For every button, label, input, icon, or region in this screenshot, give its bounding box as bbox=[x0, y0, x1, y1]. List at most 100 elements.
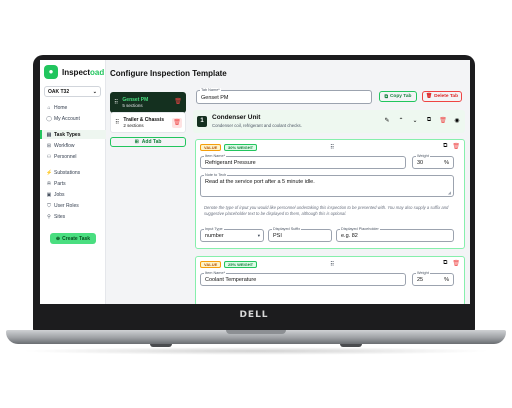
resize-handle-icon[interactable]: ◢ bbox=[448, 190, 451, 195]
logo-mark-icon: ● bbox=[44, 65, 58, 79]
sidebar-item-user-roles[interactable]: ⛉ User Roles bbox=[40, 201, 106, 210]
trash-icon[interactable]: 🗑 bbox=[172, 118, 182, 128]
drag-handle-icon[interactable]: ⠿ bbox=[114, 99, 118, 106]
copy-tab-button[interactable]: ⧉ Copy Tab bbox=[379, 91, 417, 102]
tab-name-value: Genset PM bbox=[201, 95, 229, 101]
copy-icon[interactable]: ⧉ bbox=[443, 260, 447, 267]
weight-badge: 30% WEIGHT bbox=[224, 144, 258, 151]
sidebar-item-sites[interactable]: ⚲ Sites bbox=[40, 212, 106, 221]
user-circle-icon: ◯ bbox=[46, 115, 52, 122]
briefcase-icon: ▣ bbox=[46, 191, 52, 198]
brand-logo: DELL bbox=[239, 310, 269, 320]
laptop-stage: DELL ● Inspectoad OAK T32 ⌄ ⌂ Home ◯ My … bbox=[0, 0, 512, 408]
placeholder-field[interactable]: Displayed Placeholder e.g. 82 bbox=[336, 227, 454, 242]
drag-handle-icon[interactable]: ⠿ bbox=[330, 144, 334, 151]
copy-tab-label: Copy Tab bbox=[389, 94, 412, 99]
section-header[interactable]: 1 Condenser Unit Condenser coil, refrige… bbox=[193, 110, 465, 133]
trash-icon[interactable]: 🗑 bbox=[452, 260, 460, 267]
app-logo[interactable]: ● Inspectoad bbox=[44, 65, 104, 79]
tab-card-genset-pm[interactable]: ⠿ Genset PM 5 sections 🗑 bbox=[110, 92, 186, 113]
sidebar-item-home[interactable]: ⌂ Home bbox=[40, 103, 106, 112]
sidebar-item-label: Parts bbox=[54, 180, 66, 187]
value-type-badge: VALUE bbox=[200, 261, 222, 268]
create-task-label: Create Task bbox=[62, 235, 91, 242]
copy-icon[interactable]: ⧉ bbox=[425, 117, 433, 124]
bolt-icon: ⚡ bbox=[46, 169, 53, 176]
item-name-label: Item Name* bbox=[204, 154, 227, 158]
tab-section-count: 5 sections bbox=[122, 102, 143, 108]
copy-icon: ⧉ bbox=[384, 94, 388, 100]
tab-card-text: Trailer & Chassis 2 sections bbox=[123, 117, 164, 129]
laptop-foot bbox=[340, 344, 362, 347]
wrench-icon: ✇ bbox=[46, 180, 52, 187]
caret-down-icon: ▾ bbox=[257, 233, 260, 238]
tab-section-count: 2 sections bbox=[123, 122, 144, 128]
drag-handle-icon[interactable]: ⠿ bbox=[115, 119, 119, 126]
sidebar-item-substations[interactable]: ⚡ Substations bbox=[40, 168, 106, 177]
suffix-value: PSI bbox=[273, 233, 282, 239]
trash-icon: 🗑 bbox=[426, 94, 433, 99]
trash-icon[interactable]: 🗑 bbox=[173, 97, 183, 107]
sidebar-item-label: My Account bbox=[54, 115, 80, 122]
note-to-tech-field[interactable]: Note to Tech Read at the service port af… bbox=[200, 173, 454, 197]
sidebar-item-parts[interactable]: ✇ Parts bbox=[40, 179, 106, 188]
item-name-value: Coolant Temperature bbox=[205, 277, 257, 283]
weight-value: 25 bbox=[417, 277, 424, 283]
eye-icon[interactable]: ◉ bbox=[453, 117, 461, 124]
sidebar-item-jobs[interactable]: ▣ Jobs bbox=[40, 190, 106, 199]
sidebar-item-label: User Roles bbox=[54, 202, 79, 209]
create-task-button[interactable]: ⊕ Create Task bbox=[50, 233, 96, 244]
item-name-field[interactable]: Item Name* Refrigerant Pressure bbox=[200, 154, 406, 169]
trash-icon[interactable]: 🗑 bbox=[452, 143, 460, 150]
chevron-down-icon[interactable]: ⌄ bbox=[411, 117, 419, 124]
inspection-item-card: VALUE 25% WEIGHT ⠿ ⧉ 🗑 Item Name* Coolan… bbox=[195, 256, 465, 304]
sidebar-item-my-account[interactable]: ◯ My Account bbox=[40, 114, 106, 123]
section-toolbar: ✎ ⌃ ⌄ ⧉ 🗑 ◉ bbox=[383, 117, 461, 124]
people-icon: ⚇ bbox=[46, 153, 52, 160]
chevron-down-icon: ⌄ bbox=[92, 89, 97, 95]
item-toolbar: ⧉ 🗑 bbox=[443, 143, 460, 150]
trash-icon[interactable]: 🗑 bbox=[439, 117, 447, 124]
delete-tab-button[interactable]: 🗑 Delete Tab bbox=[422, 91, 462, 102]
weight-badge: 25% WEIGHT bbox=[224, 261, 258, 268]
add-tab-button[interactable]: ⊞ Add Tab bbox=[110, 137, 186, 147]
page-title: Configure Inspection Template bbox=[110, 69, 227, 78]
item-name-field[interactable]: Item Name* Coolant Temperature bbox=[200, 271, 406, 286]
company-name: OAK T32 bbox=[48, 89, 70, 95]
company-select[interactable]: OAK T32 ⌄ bbox=[44, 86, 101, 97]
input-type-value: number bbox=[205, 233, 224, 239]
section-title: Condenser Unit bbox=[212, 114, 261, 121]
clipboard-icon: ▤ bbox=[46, 131, 52, 138]
tab-card-text: Genset PM 5 sections bbox=[122, 97, 148, 109]
input-type-select[interactable]: Input Type number ▾ bbox=[200, 227, 264, 242]
sidebar-item-workflow[interactable]: ⊞ Workflow bbox=[40, 141, 106, 150]
section-description: Condenser coil, refrigerant and coolant … bbox=[212, 123, 302, 128]
map-pin-icon: ⚲ bbox=[47, 213, 51, 220]
tab-card-trailer-chassis[interactable]: ⠿ Trailer & Chassis 2 sections 🗑 bbox=[110, 112, 186, 133]
weight-label: Weight bbox=[416, 271, 430, 275]
weight-field[interactable]: Weight 30 % bbox=[412, 154, 454, 169]
inspection-item-card: VALUE 30% WEIGHT ⠿ ⧉ 🗑 Item Name* Refrig… bbox=[195, 139, 465, 249]
value-type-badge: VALUE bbox=[200, 144, 222, 151]
item-toolbar: ⧉ 🗑 bbox=[443, 260, 460, 267]
sidebar-item-task-types[interactable]: ▤ Task Types bbox=[40, 130, 106, 139]
laptop-foot bbox=[150, 344, 172, 347]
drag-handle-icon[interactable]: ⠿ bbox=[330, 261, 334, 268]
suffix-field[interactable]: Displayed Suffix PSI bbox=[268, 227, 332, 242]
copy-icon[interactable]: ⧉ bbox=[443, 143, 447, 150]
input-type-label: Input Type bbox=[204, 227, 224, 231]
weight-field[interactable]: Weight 25 % bbox=[412, 271, 454, 286]
sidebar-item-label: Substations bbox=[54, 169, 81, 176]
chevron-up-icon[interactable]: ⌃ bbox=[397, 117, 405, 124]
laptop-notch bbox=[226, 330, 286, 334]
home-icon: ⌂ bbox=[47, 104, 51, 111]
edit-icon[interactable]: ✎ bbox=[383, 117, 391, 124]
main-content: Configure Inspection Template ⠿ Genset P… bbox=[107, 60, 470, 304]
input-type-helper-text: Denote the type of input you would like … bbox=[204, 205, 449, 216]
workflow-icon: ⊞ bbox=[46, 142, 52, 149]
tab-name-field[interactable]: Tab Name* Genset PM bbox=[196, 88, 372, 104]
sidebar-item-personnel[interactable]: ⚇ Personnel bbox=[40, 152, 106, 161]
laptop-shadow bbox=[20, 347, 492, 355]
note-value: Read at the service port after a 5 minut… bbox=[205, 179, 315, 185]
sidebar-item-label: Jobs bbox=[54, 191, 65, 198]
